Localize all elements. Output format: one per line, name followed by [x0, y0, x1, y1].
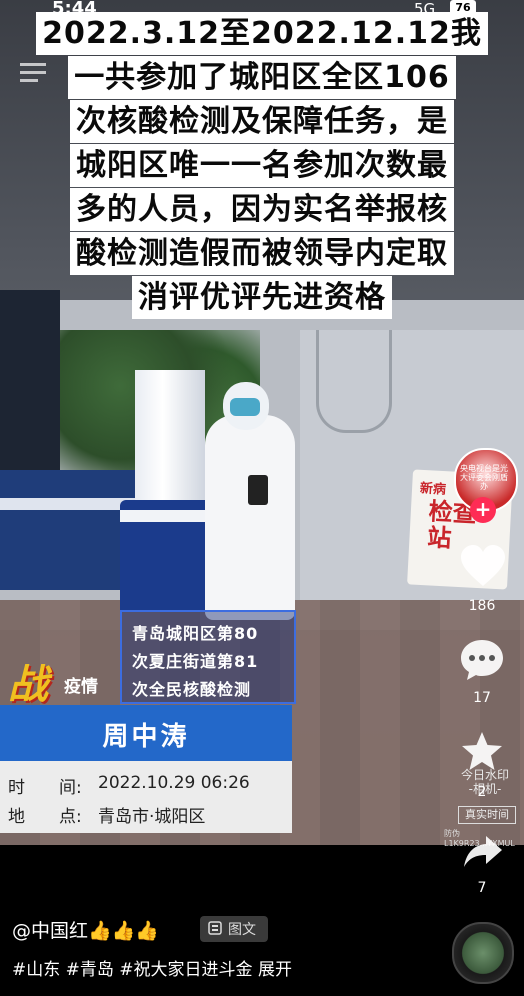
music-disc[interactable]	[452, 922, 514, 984]
headline-overlay: 2022.3.12至2022.12.12我 一共参加了城阳区全区106 次核酸检…	[0, 12, 524, 320]
watermark-yiqing: 疫情	[64, 677, 98, 697]
time-value: 2022.10.29 06:26	[98, 773, 250, 793]
person-bag	[248, 475, 268, 505]
headline-line: 多的人员，因为实名举报核	[70, 188, 454, 231]
headline-line: 城阳区唯一一名参加次数最	[70, 144, 454, 187]
like-count: 186	[468, 598, 496, 614]
real-time-badge: 真实时间	[458, 806, 516, 824]
follow-button[interactable]: +	[470, 497, 496, 523]
headline-line: 酸检测造假而被领导内定取	[70, 232, 454, 275]
comment-count: 17	[473, 690, 491, 706]
watermark-camera-title: 今日水印	[460, 768, 509, 782]
author-name[interactable]: @中国红👍👍👍	[12, 916, 159, 943]
caption-tags[interactable]: #山东 #青岛 #祝大家日进斗金 展开	[12, 955, 292, 980]
watermark-zhan: 战	[8, 662, 48, 708]
watermark-event-line: 次全民核酸检测	[132, 680, 252, 699]
headline-line: 一共参加了城阳区全区106	[68, 56, 456, 99]
watermark-event-line: 青岛城阳区第80	[132, 624, 259, 643]
watermark-event-line: 次夏庄街道第81	[132, 652, 259, 671]
time-label: 时 间:	[8, 778, 82, 798]
share-icon[interactable]	[462, 834, 504, 870]
post-type-label: 图文	[228, 922, 256, 938]
watermark-name: 周中涛	[102, 722, 190, 752]
star-icon[interactable]	[460, 730, 504, 772]
avatar-text: 央电视台是光大评委会刚盾办	[460, 464, 508, 491]
wall-pipe	[316, 330, 392, 433]
share-count: 7	[477, 880, 487, 896]
place-label: 地 点:	[8, 807, 82, 827]
image-text-icon	[208, 921, 222, 935]
heart-icon[interactable]	[459, 544, 507, 588]
place-value: 青岛市·城阳区	[98, 807, 206, 827]
favorite-count: 2	[477, 784, 487, 800]
checkpoint-sign-top: 新病	[419, 481, 447, 498]
headline-line: 消评优评先进资格	[132, 276, 392, 319]
person-goggles	[230, 398, 260, 416]
headline-line: 2022.3.12至2022.12.12我	[36, 12, 488, 55]
comment-icon[interactable]	[459, 638, 505, 682]
headline-line: 次核酸检测及保障任务，是	[70, 100, 454, 143]
protective-suit-person	[205, 415, 295, 620]
